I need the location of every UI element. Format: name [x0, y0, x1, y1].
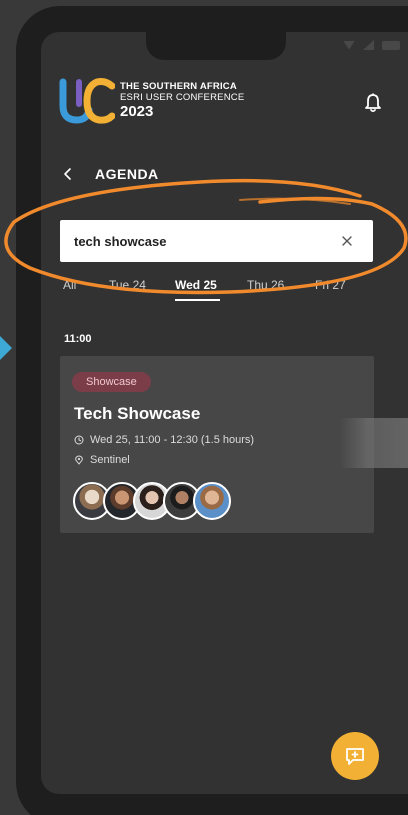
speaker-avatars [73, 482, 273, 520]
blurred-overlay [340, 418, 408, 468]
logo-year: 2023 [120, 103, 154, 120]
logo-text: THE SOUTHERN AFRICA ESRI USER CONFERENCE… [120, 81, 244, 121]
session-datetime: Wed 25, 11:00 - 12:30 (1.5 hours) [74, 434, 254, 446]
logo-subtitle-line: ESRI USER CONFERENCE [120, 92, 245, 103]
battery-icon [382, 40, 400, 50]
logo-title-line: THE SOUTHERN AFRICA [120, 81, 237, 92]
time-slot-label: 11:00 [64, 333, 92, 345]
feedback-fab-button[interactable] [331, 732, 379, 780]
page-title: AGENDA [95, 166, 159, 182]
add-message-icon [346, 748, 364, 765]
search-input[interactable] [74, 230, 324, 252]
tab-tue-24[interactable]: Tue 24 [109, 278, 146, 292]
app-screen: THE SOUTHERN AFRICA ESRI USER CONFERENCE… [41, 32, 408, 794]
session-location-text: Sentinel [90, 454, 130, 466]
wifi-icon [343, 40, 355, 50]
avatar[interactable] [193, 482, 231, 520]
tab-wed-25[interactable]: Wed 25 [175, 278, 217, 292]
session-title: Tech Showcase [74, 404, 201, 423]
clock-icon [74, 435, 84, 445]
chevron-left-icon[interactable] [61, 167, 75, 181]
signal-icon [363, 40, 374, 50]
bell-icon[interactable] [362, 92, 384, 114]
page-nav: AGENDA [61, 166, 159, 182]
tab-all[interactable]: All [63, 278, 76, 292]
session-location: Sentinel [74, 454, 130, 466]
tab-fri-27[interactable]: Fri 27 [315, 278, 346, 292]
close-icon[interactable] [340, 234, 354, 248]
tab-thu-26[interactable]: Thu 26 [247, 278, 284, 292]
phone-notch [146, 32, 286, 60]
stage: THE SOUTHERN AFRICA ESRI USER CONFERENCE… [0, 0, 408, 815]
app-header: THE SOUTHERN AFRICA ESRI USER CONFERENCE… [57, 78, 397, 126]
session-card[interactable]: Showcase Tech Showcase Wed 25, 11:00 - 1… [60, 356, 374, 533]
active-tab-indicator [175, 299, 220, 301]
status-bar [343, 40, 400, 50]
day-tabs: All Tue 24 Wed 25 Thu 26 Fri 27 [63, 278, 393, 302]
conference-logo-icon [59, 78, 115, 124]
session-type-badge: Showcase [72, 372, 151, 392]
search-box [60, 220, 373, 262]
session-datetime-text: Wed 25, 11:00 - 12:30 (1.5 hours) [90, 434, 255, 446]
pin-icon [75, 455, 83, 465]
pointer-arrow-icon [0, 336, 12, 360]
